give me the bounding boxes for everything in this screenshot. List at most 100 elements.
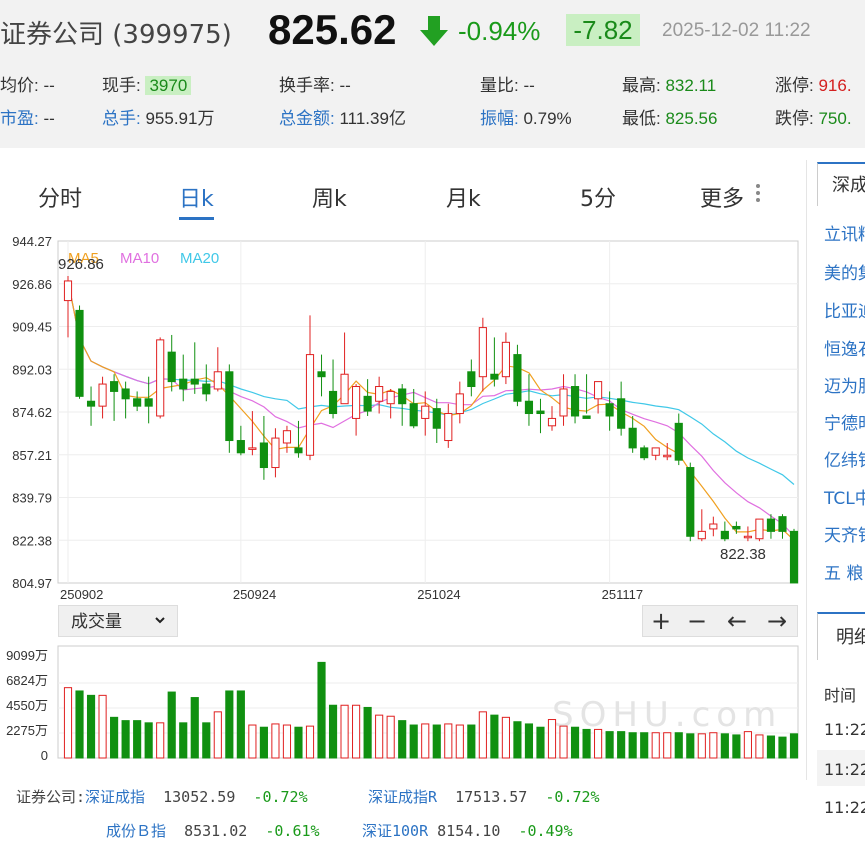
tab-more[interactable]: 更多 (700, 181, 744, 213)
volume-bar (98, 694, 107, 759)
quote-datetime: 2025-12-02 11:22 (662, 20, 811, 41)
volume-bar (524, 723, 534, 759)
tab-daily-k[interactable]: 日k (179, 181, 214, 220)
candle-body (513, 354, 522, 402)
volume-bar (663, 732, 672, 759)
candle-body (236, 440, 245, 454)
pan-right-button[interactable]: → (759, 606, 795, 636)
volume-bar (179, 722, 188, 759)
volume-tick-label: 9099万 (6, 648, 48, 663)
volume-bar (501, 716, 510, 759)
volume-bar (305, 725, 315, 759)
chart-controls: + − ← → (642, 605, 798, 637)
candle-body (352, 386, 361, 419)
volume-bar (478, 711, 487, 759)
y-tick-label: 909.45 (12, 320, 52, 335)
volume-chart[interactable]: 9099万 6824万 4550万 2275万 0 SOHU.com (0, 642, 802, 763)
candle-body (709, 523, 718, 530)
volume-bar (651, 732, 660, 759)
side-stock-item[interactable]: 亿纬锂 (824, 446, 865, 471)
kline-svg: 944.27 926.86 909.45 892.03 874.62 857.21 839.… (12, 234, 799, 602)
candle-body (190, 378, 199, 385)
candle-body (421, 405, 430, 419)
candle-body (743, 535, 752, 539)
tab-5min[interactable]: 5分 (580, 181, 616, 213)
zoom-out-button[interactable]: − (679, 606, 715, 636)
index-link[interactable]: 深证100R (362, 822, 428, 840)
zoom-in-button[interactable]: + (643, 606, 679, 636)
candle-body (167, 351, 176, 383)
volume-bar (340, 704, 349, 759)
candle-body (98, 383, 107, 407)
candle-body (559, 388, 568, 417)
volume-bar (202, 722, 211, 759)
side-stock-item[interactable]: 恒逸石 (824, 335, 865, 360)
side-panel-header[interactable]: 深成 (817, 162, 865, 206)
volume-bar (674, 732, 683, 759)
volume-bar (317, 661, 326, 759)
detail-panel-header[interactable]: 明细 (817, 612, 865, 660)
x-tick-label: 250924 (233, 587, 276, 602)
side-stock-item[interactable]: 宁德时 (824, 409, 865, 434)
tab-weekly-k[interactable]: 周k (312, 181, 347, 213)
volume-indicator-select[interactable]: 成交量 (58, 605, 178, 637)
stat-pe: 市盈: -- (0, 109, 55, 128)
candle-body (617, 398, 626, 429)
volume-bar (559, 725, 568, 759)
candle-body (248, 447, 257, 450)
side-stock-item[interactable]: 比亚迪 (824, 297, 865, 322)
tab-monthly-k[interactable]: 月k (446, 181, 481, 213)
candle-body (651, 447, 660, 456)
detail-time: 11:22 (824, 760, 865, 779)
volume-bar (121, 720, 130, 759)
index-link[interactable]: 深证成指 (85, 788, 145, 806)
candle-body (720, 530, 729, 540)
candle-body (778, 516, 787, 532)
volume-bar (352, 704, 361, 759)
candle-body (225, 371, 234, 442)
candle-body (455, 393, 464, 415)
volume-bar (536, 726, 545, 759)
current-price: 825.62 (268, 6, 397, 53)
tab-intraday[interactable]: 分时 (38, 181, 82, 213)
legend-ma10: MA10 (120, 250, 159, 267)
volume-bar (789, 733, 799, 759)
volume-tick-label: 0 (41, 748, 48, 762)
volume-bar (144, 722, 153, 759)
volume-bar (455, 724, 464, 759)
index-row-2: 深证成指R 17513.57 -0.72% (368, 788, 600, 806)
volume-bar (686, 733, 695, 759)
pan-left-button[interactable]: ← (719, 606, 755, 636)
divider (806, 160, 807, 780)
more-dots-icon (756, 184, 762, 204)
side-stock-item[interactable]: 美的集 (824, 259, 865, 284)
volume-bar (409, 724, 418, 759)
volume-bar (444, 723, 453, 759)
candle-body (444, 413, 453, 442)
volume-bar (213, 711, 222, 759)
candle-body (121, 388, 130, 400)
volume-bar (363, 706, 372, 759)
x-tick-label: 251024 (417, 587, 460, 602)
candle-body (536, 410, 545, 415)
candle-body (766, 518, 776, 532)
volume-bar (156, 722, 165, 759)
side-stock-item[interactable]: 天齐锂 (824, 521, 865, 546)
volume-bar (190, 697, 199, 759)
side-stock-item[interactable]: 五 粮 (824, 559, 863, 584)
quote-header: 证券公司 (399975) 825.62 -0.94% -7.82 2025-1… (0, 0, 865, 148)
side-stock-item[interactable]: 立讯精 (824, 220, 865, 245)
y-tick-label: 839.79 (12, 491, 52, 506)
side-stock-item[interactable]: 迈为股 (824, 372, 865, 397)
kline-chart[interactable]: 944.27 926.86 909.45 892.03 874.62 857.21 839.… (0, 225, 802, 605)
index-link[interactable]: 成份Ｂ指 (106, 822, 166, 840)
side-stock-item[interactable]: TCL中 (824, 484, 865, 509)
candle-body (686, 467, 695, 537)
volume-bar (236, 690, 245, 759)
volume-bar (755, 734, 764, 759)
volume-tick-label: 4550万 (6, 698, 48, 713)
candle-body (294, 447, 303, 454)
index-link[interactable]: 深证成指R (368, 788, 437, 806)
period-tabs: 分时 日k 周k 月k 5分 更多 (0, 168, 802, 220)
volume-bar (594, 728, 603, 759)
